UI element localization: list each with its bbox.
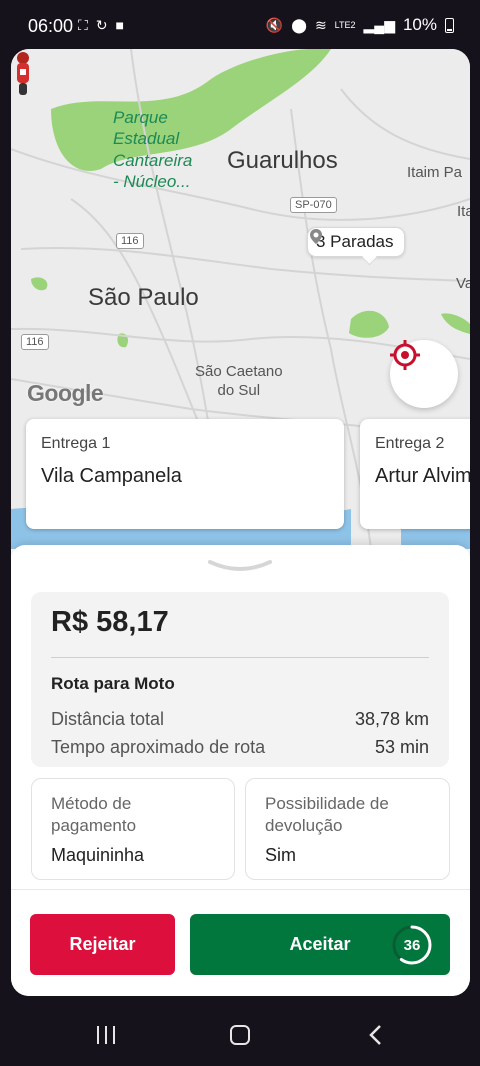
distance-label: Distância total: [51, 709, 165, 729]
reject-button[interactable]: Rejeitar: [30, 914, 175, 975]
return-box: Possibilidade de devolução Sim: [245, 778, 450, 880]
countdown-timer: 36: [390, 923, 434, 967]
app-notification-icon: ■: [115, 17, 125, 33]
distance-value: 38,78 km: [354, 709, 429, 729]
notification-icons: ⛶ ↻ ■: [78, 17, 124, 34]
location-icon: ⬤: [291, 16, 307, 33]
return-label: Possibilidade de devolução: [265, 794, 389, 835]
home-button[interactable]: [230, 1025, 250, 1045]
locate-button[interactable]: [390, 340, 458, 408]
reject-label: Rejeitar: [69, 934, 136, 954]
delivery-card-2[interactable]: Entrega 2 Artur Alvim: [360, 419, 470, 529]
countdown-value: 36: [403, 936, 421, 954]
delivery-name: Artur Alvim: [375, 465, 470, 487]
delivery-name: Vila Campanela: [41, 465, 182, 487]
map-label-guarulhos: Guarulhos: [227, 147, 338, 174]
time-value: 53 min: [374, 737, 429, 757]
payment-method-box: Método de pagamento Maquininha: [31, 778, 235, 880]
app-window: Parque Estadual Cantareira - Núcleo... G…: [11, 49, 470, 996]
battery-icon: [445, 17, 454, 33]
back-button[interactable]: [368, 1024, 382, 1046]
wifi-icon: ≋: [314, 16, 327, 33]
delivery-label: Entrega 1: [41, 435, 111, 452]
status-bar: 06:00 ⛶ ↻ ■ 🔇 ⬤ ≋ LTE2 ▂▄▆ 10%: [0, 0, 480, 52]
payment-label: Método de pagamento: [51, 794, 137, 835]
battery-percent: 10%: [402, 15, 437, 34]
google-logo: Google: [27, 380, 104, 406]
divider: [51, 657, 429, 658]
map-label-sao-caetano: São Caetano do Sul: [195, 363, 283, 399]
system-nav-bar: [0, 1004, 480, 1066]
time-row: Tempo aproximado de rota 53 min: [51, 733, 429, 761]
network-type: LTE2: [334, 20, 356, 30]
payment-value: Maquininha: [51, 845, 145, 865]
motorcycle-icon: [17, 52, 29, 95]
status-time: 06:00: [28, 16, 74, 36]
road-shield-sp070: SP-070: [290, 197, 337, 213]
map-label-va: Va: [456, 275, 470, 292]
delivery-card-1[interactable]: Entrega 1 Vila Campanela: [26, 419, 344, 529]
sync-icon: ↻: [95, 17, 108, 33]
stops-label: 3 Paradas: [316, 232, 394, 251]
route-summary: R$ 58,17 Rota para Moto Distância total …: [31, 592, 449, 767]
distance-row: Distância total 38,78 km: [51, 705, 429, 733]
road-shield-116-b: 116: [21, 334, 49, 350]
bottom-sheet: R$ 58,17 Rota para Moto Distância total …: [11, 545, 470, 996]
map-label-sao-paulo: São Paulo: [88, 284, 199, 311]
recent-apps-button[interactable]: [97, 1026, 115, 1044]
road-shield-116: 116: [116, 233, 144, 249]
time-label: Tempo aproximado de rota: [51, 737, 266, 757]
signal-icon: ▂▄▆: [363, 16, 395, 33]
accept-label: Aceitar: [289, 934, 351, 954]
pin-icon: [310, 229, 322, 244]
return-value: Sim: [265, 845, 296, 865]
mute-icon: 🔇: [265, 16, 284, 33]
map-label-park: Parque Estadual Cantareira - Núcleo...: [113, 108, 193, 191]
map[interactable]: Parque Estadual Cantareira - Núcleo... G…: [11, 49, 470, 549]
route-title: Rota para Moto: [51, 674, 175, 693]
crosshair-icon: [390, 340, 420, 370]
screenshot-icon: ⛶: [78, 17, 88, 33]
accept-button[interactable]: Aceitar 36: [190, 914, 450, 975]
price: R$ 58,17: [51, 606, 169, 638]
delivery-label: Entrega 2: [375, 435, 445, 452]
sheet-handle-icon[interactable]: [208, 558, 272, 572]
status-right: 🔇 ⬤ ≋ LTE2 ▂▄▆ 10%: [266, 15, 454, 35]
divider: [11, 889, 470, 890]
stops-chip[interactable]: 3 Paradas: [307, 227, 405, 257]
map-label-ita: Ita: [457, 203, 470, 220]
map-label-itaim: Itaim Pa: [407, 164, 463, 181]
